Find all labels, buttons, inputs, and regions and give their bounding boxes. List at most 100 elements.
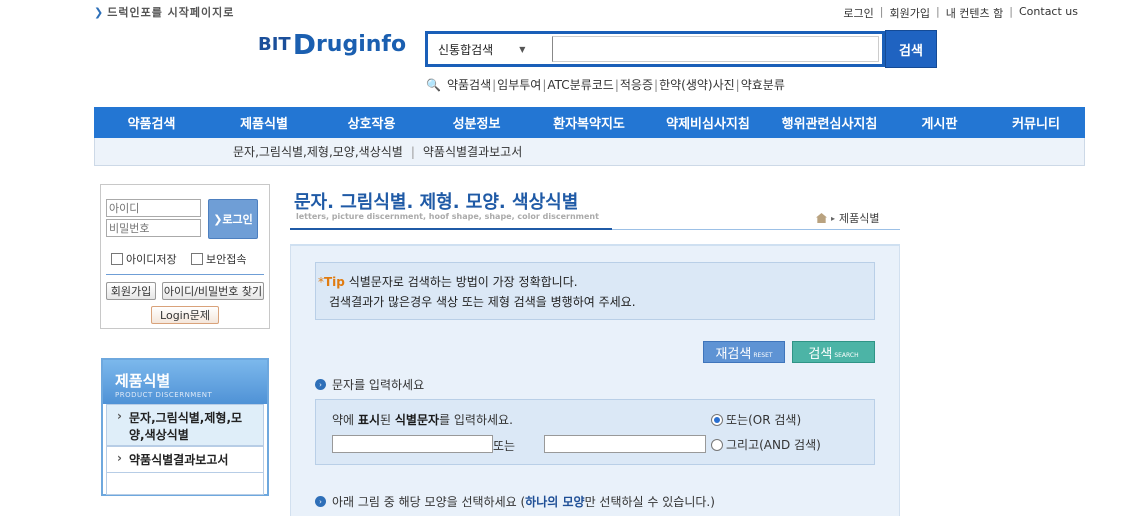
page-subtitle: letters, picture discernment, hoof shape… <box>296 212 599 221</box>
nav-item[interactable]: 커뮤니티 <box>987 107 1085 138</box>
label-part: 된 <box>380 413 395 427</box>
chevron-right-icon: ❯ <box>94 6 105 19</box>
chevron-right-icon: › <box>117 409 122 423</box>
character-input-label: 약에 표시된 식별문자를 입력하세요. <box>332 411 513 428</box>
side-item-label: 약품식별결과보고서 <box>129 453 229 467</box>
find-account-button[interactable]: 아이디/비밀번호 찾기 <box>162 282 264 300</box>
chevron-right-icon: ▸ <box>831 213 836 223</box>
side-item-empty <box>106 473 264 495</box>
radio-selected-icon <box>711 413 723 426</box>
side-menu-header: 제품식별 PRODUCT DISCERNMENT <box>103 360 267 404</box>
side-menu-title: 제품식별 <box>115 372 171 390</box>
reset-button[interactable]: 재검색 RESET <box>703 341 785 363</box>
login-problem-button[interactable]: Login문제 <box>151 306 219 324</box>
search-type-select[interactable]: 신통합검색 ▼ <box>432 36 552 62</box>
password-input[interactable] <box>106 219 201 237</box>
quick-link[interactable]: 한약(생약)사진 <box>659 76 735 93</box>
login-link[interactable]: 로그인 <box>837 5 879 21</box>
label-part: 를 입력하세요. <box>439 413 513 427</box>
side-menu: 제품식별 PRODUCT DISCERNMENT › 문자,그림식별,제형,모양,… <box>101 358 269 496</box>
quick-link[interactable]: 임부투여 <box>497 76 541 93</box>
character-input-2[interactable] <box>544 435 706 453</box>
tip-box: *Tip 식별문자로 검색하는 방법이 가장 정확합니다. 검색결과가 많은경우… <box>315 262 875 320</box>
side-menu-subtitle: PRODUCT DISCERNMENT <box>115 391 213 399</box>
section-shape-label: 아래 그림 중 해당 모양을 선택하세요 (하나의 모양만 선택하실 수 있습니… <box>332 493 715 510</box>
radio-or-label: 또는(OR 검색) <box>726 413 802 427</box>
nav-item[interactable]: 약품검색 <box>94 107 209 138</box>
nav-item[interactable]: 게시판 <box>892 107 987 138</box>
caret-down-icon: ▼ <box>519 44 526 54</box>
search-label: 검색 <box>808 346 833 362</box>
search-button[interactable]: 검색 <box>885 30 937 68</box>
tip-line1: 식별문자로 검색하는 방법이 가장 정확합니다. <box>348 275 578 289</box>
quick-link[interactable]: 약품검색 <box>447 76 491 93</box>
label-part: 만 선택하실 수 있습니다.) <box>584 495 715 509</box>
breadcrumb-item[interactable]: 제품식별 <box>839 210 879 226</box>
or-label: 또는 <box>493 439 516 453</box>
home-icon[interactable] <box>816 213 827 223</box>
radio-or-search[interactable]: 또는(OR 검색) <box>711 411 801 428</box>
bullet-arrow-icon: › <box>315 379 326 390</box>
secure-login-checkbox[interactable]: 보안접속 <box>191 251 246 267</box>
quick-links: 🔍 약품검색 | 임부투여 | ATC분류코드 | 적응증 | 한약(생약)사진 | 약효… <box>426 76 785 93</box>
character-input-1[interactable] <box>332 435 493 453</box>
search-submit-button[interactable]: 검색 SEARCH <box>792 341 875 363</box>
contact-link[interactable]: Contact us <box>1013 5 1084 21</box>
section-characters-label: 문자를 입력하세요 <box>332 378 425 392</box>
bullet-arrow-icon: › <box>315 496 326 507</box>
join-button[interactable]: 회원가입 <box>106 282 156 300</box>
breadcrumb: ▸ 제품식별 <box>816 210 880 226</box>
quick-link[interactable]: 약효분류 <box>741 76 785 93</box>
side-item-character-discern[interactable]: › 문자,그림식별,제형,모양,색상식별 <box>106 404 264 446</box>
nav-item[interactable]: 약제비심사지침 <box>649 107 767 138</box>
start-page-label: 드럭인포를 시작페이지로 <box>107 6 235 19</box>
nav-item[interactable]: 제품식별 <box>209 107 319 138</box>
search-input[interactable] <box>552 36 879 62</box>
nav-item[interactable]: 성분정보 <box>424 107 529 138</box>
login-box: ❯로그인 아이디저장 보안접속 회원가입 아이디/비밀번호 찾기 Login문제 <box>100 184 270 329</box>
main-nav: 약품검색 제품식별 상호작용 성분정보 환자복약지도 약제비심사지침 행위관련심… <box>94 107 1085 138</box>
my-content-link[interactable]: 내 컨텐츠 함 <box>940 5 1010 21</box>
nav-item[interactable]: 환자복약지도 <box>529 107 649 138</box>
join-link[interactable]: 회원가입 <box>883 5 935 21</box>
subnav-item[interactable]: 약품식별결과보고서 <box>423 143 522 160</box>
start-page-link[interactable]: ❯ 드럭인포를 시작페이지로 <box>94 4 234 20</box>
radio-and-label: 그리고(AND 검색) <box>726 438 821 452</box>
search-small: SEARCH <box>834 351 859 359</box>
side-item-report[interactable]: › 약품식별결과보고서 <box>106 446 264 473</box>
quick-link[interactable]: 적응증 <box>620 76 653 93</box>
login-button[interactable]: ❯ 로그인 <box>208 199 258 239</box>
radio-icon <box>711 438 723 451</box>
save-id-checkbox[interactable]: 아이디저장 <box>111 251 177 267</box>
nav-item[interactable]: 행위관련심사지침 <box>767 107 892 138</box>
title-underline <box>290 228 612 230</box>
subnav-item[interactable]: 문자,그림식별,제형,모양,색상식별 <box>233 143 403 160</box>
login-button-label: 로그인 <box>222 213 253 226</box>
radio-and-search[interactable]: 그리고(AND 검색) <box>711 436 821 453</box>
top-links: 로그인 | 회원가입 | 내 컨텐츠 함 | Contact us <box>837 5 1084 21</box>
logo-d: D <box>292 27 316 61</box>
id-input[interactable] <box>106 199 201 217</box>
quick-link[interactable]: ATC분류코드 <box>547 76 613 93</box>
title-line <box>612 229 900 230</box>
search-type-value: 신통합검색 <box>438 42 494 57</box>
search-box: 신통합검색 ▼ <box>425 31 885 67</box>
label-part: 하나의 모양 <box>525 495 585 509</box>
chevron-right-icon: ❯ <box>213 212 223 226</box>
save-id-label: 아이디저장 <box>126 253 177 266</box>
site-logo[interactable]: BIT D ruginfo <box>258 26 406 62</box>
side-item-label: 문자,그림식별,제형,모양,색상식별 <box>129 411 243 442</box>
sub-nav: 문자,그림식별,제형,모양,색상식별 | 약품식별결과보고서 <box>94 138 1085 166</box>
label-part: 식별문자 <box>394 413 440 427</box>
character-input-box: 약에 표시된 식별문자를 입력하세요. 또는 또는(OR 검색) 그리고(AND… <box>315 399 875 465</box>
label-part: 약에 <box>332 413 358 427</box>
divider <box>106 274 264 275</box>
logo-bit: BIT <box>258 33 291 55</box>
checkbox-icon <box>191 253 203 265</box>
section-shape: › 아래 그림 중 해당 모양을 선택하세요 (하나의 모양만 선택하실 수 있… <box>315 493 715 510</box>
nav-item[interactable]: 상호작용 <box>319 107 424 138</box>
section-characters: › 문자를 입력하세요 <box>315 376 424 393</box>
chevron-right-icon: › <box>117 451 122 465</box>
tip-label: Tip <box>324 275 345 289</box>
tip-line2: 검색결과가 많은경우 색상 또는 제형 검색을 병행하여 주세요. <box>329 295 636 309</box>
